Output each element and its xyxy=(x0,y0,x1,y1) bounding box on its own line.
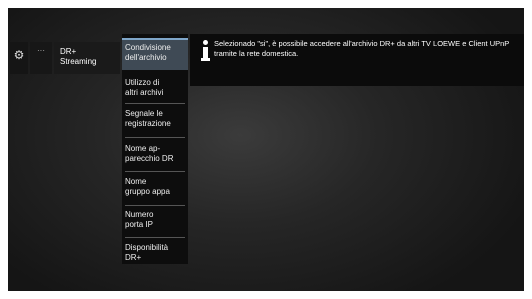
divider xyxy=(125,237,185,238)
tv-screen: ⚙ ··· DR+ Streaming Condivisione dell'ar… xyxy=(8,8,524,291)
dr-streaming-label: DR+ Streaming xyxy=(60,47,97,66)
gear-icon: ⚙ xyxy=(13,48,25,62)
fade-overlay xyxy=(174,40,188,70)
dr-streaming-column[interactable]: DR+ Streaming xyxy=(54,42,120,74)
fade-overlay xyxy=(173,78,187,100)
more-column[interactable]: ··· xyxy=(30,42,52,74)
menu-item-utilizzo-archivi[interactable]: Utilizzo di altri archivi xyxy=(125,78,187,100)
divider xyxy=(125,137,185,138)
menu-item-nome-apparecchio[interactable]: Nome ap- parecchio DR xyxy=(125,144,187,166)
menu-item-disponibilita[interactable]: Disponibilità DR+ xyxy=(125,243,187,265)
fade-overlay xyxy=(173,177,187,199)
divider xyxy=(125,171,185,172)
menu-item-condivisione-archivio[interactable]: Condivisione dell'archivio xyxy=(122,38,188,70)
divider xyxy=(125,103,185,104)
info-text: Selezionado "si", è possibile accedere a… xyxy=(214,39,510,58)
submenu: Condivisione dell'archivio Utilizzo di a… xyxy=(122,34,188,264)
menu-item-numero-porta[interactable]: Numero porta IP xyxy=(125,210,187,232)
fade-overlay xyxy=(173,109,187,131)
info-panel: Selezionado "si", è possibile accedere a… xyxy=(190,34,524,86)
fade-overlay xyxy=(173,210,187,232)
menu-item-nome-gruppo[interactable]: Nome gruppo appa xyxy=(125,177,187,199)
fade-overlay xyxy=(173,144,187,166)
settings-column[interactable]: ⚙ xyxy=(10,42,28,74)
menu-item-segnale-registrazione[interactable]: Segnale le registrazione xyxy=(125,109,187,131)
divider xyxy=(125,205,185,206)
info-icon xyxy=(200,40,210,62)
ellipsis-icon: ··· xyxy=(37,46,45,55)
menu-item-label: Disponibilità DR+ xyxy=(125,243,169,262)
